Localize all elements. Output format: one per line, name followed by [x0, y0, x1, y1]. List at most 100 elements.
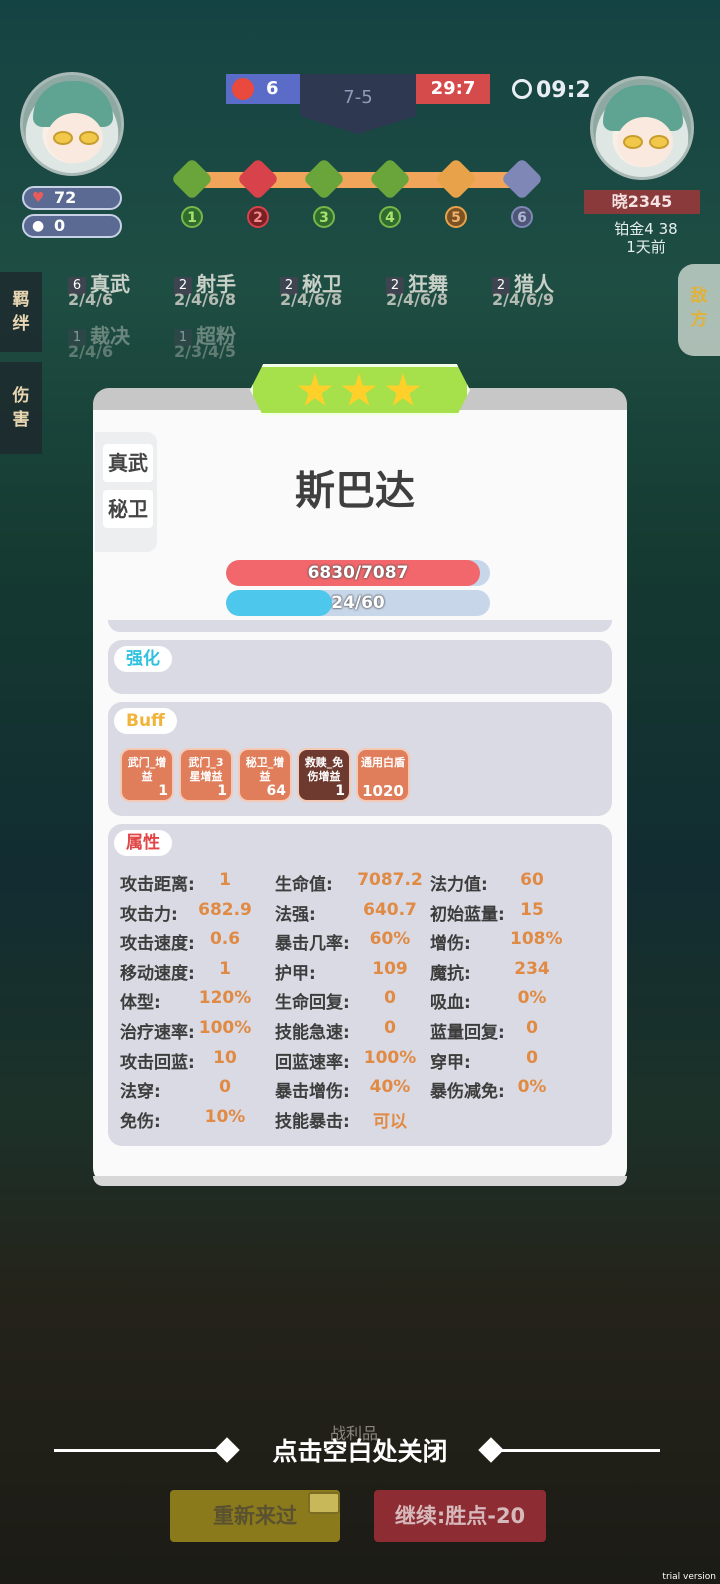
- attribute-value: 109: [372, 958, 408, 979]
- attribute-key: 免伤:: [120, 1111, 161, 1132]
- attribute-value: 60%: [369, 929, 411, 950]
- buff-item[interactable]: 武门_3星增益 1: [179, 748, 233, 802]
- attribute-value: 108%: [510, 929, 563, 950]
- attribute-key: 穿甲:: [430, 1052, 471, 1073]
- attribute-key: 体型:: [120, 993, 161, 1014]
- star-rating-banner: [250, 364, 470, 416]
- tab-enemy[interactable]: 敌方: [678, 264, 720, 356]
- attribute-value: 10: [213, 1047, 237, 1068]
- attribute-key: 治疗速率:: [120, 1023, 195, 1043]
- star-icon: [297, 373, 333, 406]
- synergy-item[interactable]: 1 超粉 2/3/4/5: [174, 320, 284, 361]
- round-timer: 09:2: [512, 78, 591, 103]
- hp-text: 6830/7087: [307, 563, 409, 583]
- mana-text: 24/60: [331, 593, 385, 613]
- right-score: 29:7: [416, 74, 490, 104]
- synergy-item[interactable]: 6 真武 2/4/6: [68, 268, 178, 309]
- attribute-value: 0.6: [209, 929, 241, 950]
- enhance-section: 强化: [108, 640, 612, 694]
- attribute-value: 640.7: [363, 899, 417, 920]
- attribute-key: 移动速度:: [120, 963, 195, 984]
- attribute-value: 100%: [198, 1018, 252, 1038]
- attribute-key: 攻击力:: [120, 904, 178, 925]
- buff-item[interactable]: 通用白盾 1020: [356, 748, 410, 802]
- attributes-label: 属性: [114, 830, 172, 856]
- attribute-value: 0: [384, 988, 396, 1009]
- enemy-name: 晓2345: [584, 190, 700, 214]
- video-icon: [308, 1492, 340, 1514]
- attribute-key: 攻击距离:: [120, 875, 195, 895]
- attribute-value: 15: [520, 899, 544, 920]
- attribute-value: 0: [526, 1018, 538, 1038]
- trait-tag[interactable]: 秘卫: [103, 490, 153, 528]
- enemy-info: 铂金4 38 1天前: [596, 220, 696, 256]
- coin-icon: ●: [32, 218, 45, 234]
- tab-damage[interactable]: 伤害: [0, 362, 42, 454]
- buff-label: Buff: [114, 708, 177, 734]
- enemy-last-seen: 1天前: [626, 238, 666, 256]
- buff-item[interactable]: 武门_增益 1: [120, 748, 174, 802]
- watermark: trial version: [662, 1572, 716, 1582]
- attribute-key: 技能急速:: [275, 1023, 350, 1043]
- stage-number: 3: [313, 206, 335, 228]
- attribute-value: 1: [219, 870, 231, 890]
- trait-tag[interactable]: 真武: [103, 444, 153, 482]
- attribute-key: 增伤:: [430, 934, 471, 955]
- stage-number: 5: [445, 206, 467, 228]
- attribute-value: 10%: [204, 1106, 246, 1127]
- attribute-key: 回蓝速率:: [275, 1052, 350, 1073]
- buff-item[interactable]: 秘卫_增益 64: [238, 748, 292, 802]
- star-icon: [385, 373, 421, 406]
- buff-item[interactable]: 救赎_免伤增益 1: [297, 748, 351, 802]
- divider-line: [494, 1449, 660, 1452]
- hero-name: 斯巴达: [295, 468, 415, 514]
- trait-list: 真武 秘卫: [95, 432, 157, 552]
- enemy-rank: 铂金4 38: [614, 220, 678, 238]
- attribute-value: 0%: [517, 988, 547, 1009]
- synergy-item[interactable]: 2 猎人 2/4/6/9: [492, 268, 602, 309]
- synergy-item[interactable]: 1 裁决 2/4/6: [68, 320, 178, 361]
- left-score: 6: [226, 74, 300, 104]
- enemy-avatar[interactable]: [590, 76, 694, 180]
- attribute-value: 60: [520, 870, 544, 890]
- player-coin-box: ● 0: [22, 214, 122, 238]
- stage-progress-track: [186, 172, 532, 188]
- attribute-value: 0: [219, 1077, 231, 1098]
- synergy-item[interactable]: 2 秘卫 2/4/6/8: [280, 268, 390, 309]
- attribute-key: 暴击几率:: [275, 934, 350, 955]
- attribute-key: 暴伤减免:: [430, 1082, 505, 1103]
- player-hp-value: 72: [54, 188, 77, 207]
- attribute-key: 吸血:: [430, 993, 471, 1014]
- attribute-value: 1: [219, 958, 231, 979]
- stage-number: 6: [511, 206, 533, 228]
- attribute-value: 0: [384, 1018, 396, 1038]
- attribute-key: 法力值:: [430, 875, 488, 895]
- attribute-key: 蓝量回复:: [430, 1023, 505, 1043]
- attribute-key: 魔抗:: [430, 963, 471, 984]
- player-avatar: [20, 72, 124, 176]
- star-icon: [341, 373, 377, 406]
- synergy-item[interactable]: 2 射手 2/4/6/8: [174, 268, 284, 309]
- stage-number: 1: [181, 206, 203, 228]
- stage-number: 2: [247, 206, 269, 228]
- attribute-value: 682.9: [198, 899, 252, 920]
- player-hp-box: ♥ 72: [22, 186, 122, 210]
- attribute-key: 暴击增伤:: [275, 1082, 350, 1103]
- tab-synergy[interactable]: 羁绊: [0, 272, 42, 352]
- card-bottom-edge: [93, 1176, 627, 1186]
- attribute-value: 7087.2: [357, 870, 423, 890]
- attribute-value: 234: [514, 958, 550, 979]
- synergy-item[interactable]: 2 狂舞 2/4/6/8: [386, 268, 496, 309]
- attribute-key: 护甲:: [275, 963, 316, 984]
- equipment-strip: [108, 620, 612, 632]
- attribute-key: 攻击回蓝:: [120, 1052, 195, 1073]
- attribute-key: 法穿:: [120, 1082, 161, 1103]
- enhance-label: 强化: [114, 646, 172, 672]
- attribute-value: 0%: [517, 1077, 547, 1098]
- attribute-key: 初始蓝量:: [430, 904, 505, 925]
- continue-button[interactable]: 继续:胜点-20: [374, 1490, 546, 1542]
- attribute-key: 生命值:: [275, 875, 333, 895]
- attribute-key: 法强:: [275, 904, 316, 925]
- attribute-key: 技能暴击:: [275, 1111, 350, 1132]
- attribute-key: 攻击速度:: [120, 934, 195, 955]
